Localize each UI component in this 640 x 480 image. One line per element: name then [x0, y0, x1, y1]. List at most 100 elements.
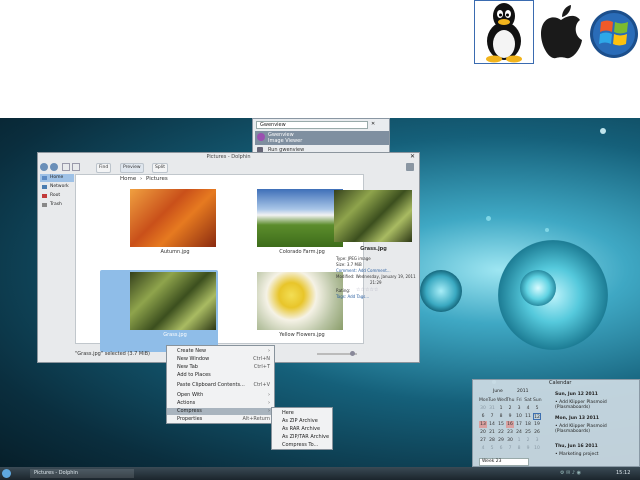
calendar-day[interactable]: 6 [479, 413, 487, 420]
dolphin-window[interactable]: Pictures - Dolphin ✕ Find Preview Split … [37, 152, 420, 363]
week-field[interactable]: Week 23 [479, 458, 529, 466]
calendar-day[interactable]: 22 [497, 429, 505, 436]
menu-item-new-tab[interactable]: New Tab Ctrl+T [167, 364, 274, 371]
event-text[interactable]: • Add Klipper Plasmoid (Plasmaboards) [555, 400, 635, 410]
calendar-day[interactable]: 16 [506, 421, 514, 428]
calendar-day[interactable]: 29 [497, 437, 505, 444]
calendar-day[interactable]: 4 [524, 405, 532, 412]
calendar-day[interactable]: 7 [488, 413, 496, 420]
krunner-query-field[interactable]: Gwenview [256, 121, 368, 129]
calendar-day[interactable]: 9 [506, 413, 514, 420]
calendar-day[interactable]: 4 [479, 445, 487, 452]
calendar-day[interactable]: 26 [533, 429, 541, 436]
menu-item-open-with[interactable]: Open With › [167, 392, 274, 399]
calendar-day[interactable]: 7 [506, 445, 514, 452]
breadcrumb-current[interactable]: Pictures [146, 176, 168, 182]
calendar-day[interactable]: 13 [479, 421, 487, 428]
calendar-day[interactable]: 25 [524, 429, 532, 436]
event-date: Mon, Jun 13 2011 [555, 416, 600, 421]
menu-item-actions[interactable]: Actions › [167, 400, 274, 407]
calendar-widget[interactable]: Calendar June 2011 Mon Tue Wed Thu Fri Sat Sun… [472, 379, 640, 467]
event-text[interactable]: • Marketing project [555, 452, 599, 457]
menu-item-add-to-places[interactable]: Add to Places [167, 372, 274, 379]
settings-icon[interactable] [406, 163, 414, 171]
details-view-icon[interactable] [72, 163, 80, 171]
task-dolphin[interactable]: Pictures - Dolphin [30, 469, 134, 478]
calendar-day-today[interactable]: 12 [533, 413, 541, 420]
krunner-window[interactable]: Gwenview ✕ Gwenview Image Viewer Run gwe… [252, 118, 390, 156]
split-button[interactable]: Split [152, 163, 168, 173]
file-item-selected[interactable]: Grass.jpg [100, 270, 218, 352]
submenu-item[interactable]: As RAR Archive [272, 426, 332, 433]
submenu-item[interactable]: As ZIP/TAR Archive [272, 434, 332, 441]
calendar-day[interactable]: 18 [524, 421, 532, 428]
calendar-day[interactable]: 23 [506, 429, 514, 436]
file-item[interactable]: Autumn.jpg [100, 187, 218, 269]
calendar-day[interactable]: 9 [524, 445, 532, 452]
place-root[interactable]: Root [40, 192, 74, 200]
calendar-day[interactable]: 11 [524, 413, 532, 420]
zoom-slider-handle[interactable] [350, 351, 355, 356]
rating-stars[interactable]: ☆☆☆☆☆ [356, 287, 378, 293]
icons-view-icon[interactable] [62, 163, 70, 171]
calendar-day[interactable]: 2 [506, 405, 514, 412]
calendar-day[interactable]: 28 [488, 437, 496, 444]
kickoff-menu-icon[interactable] [2, 469, 11, 478]
calendar-day[interactable]: 30 [479, 405, 487, 412]
place-home[interactable]: Home [40, 174, 74, 182]
submenu-item[interactable]: As ZIP Archive [272, 418, 332, 425]
calendar-day[interactable]: 15 [497, 421, 505, 428]
calendar-day[interactable]: 1 [497, 405, 505, 412]
menu-item-new-window[interactable]: New Window Ctrl+N [167, 356, 274, 363]
place-network[interactable]: Network [40, 183, 74, 191]
close-icon[interactable]: ✕ [410, 153, 415, 160]
calendar-day[interactable]: 20 [479, 429, 487, 436]
find-button[interactable]: Find [96, 163, 112, 173]
calendar-day[interactable]: 5 [488, 445, 496, 452]
clear-icon[interactable]: ✕ [371, 121, 375, 127]
calendar-day[interactable]: 2 [524, 437, 532, 444]
calendar-day[interactable]: 6 [497, 445, 505, 452]
clock[interactable]: 15:12 [616, 469, 630, 478]
calendar-day[interactable]: 1 [515, 437, 523, 444]
calendar-year[interactable]: 2011 [517, 389, 528, 394]
file-item[interactable]: Yellow Flowers.jpg [227, 270, 345, 352]
calendar-day[interactable]: 5 [533, 405, 541, 412]
calendar-day[interactable]: 19 [533, 421, 541, 428]
event-text[interactable]: • Add Klipper Plasmoid (Plasmaboards) [555, 424, 635, 434]
submenu-item[interactable]: Here [272, 410, 332, 417]
calendar-day[interactable]: 30 [506, 437, 514, 444]
calendar-day[interactable]: 17 [515, 421, 523, 428]
calendar-month[interactable]: June [493, 389, 503, 394]
desktop-toolbox-icon[interactable] [600, 128, 606, 134]
forward-icon[interactable] [50, 163, 58, 171]
file-item[interactable]: Colorado Farm.jpg [227, 187, 345, 269]
menu-item-compress[interactable]: Compress › [167, 408, 274, 415]
info-comment[interactable]: Comment: Add Comment... [336, 268, 391, 273]
calendar-day[interactable]: 31 [488, 405, 496, 412]
calendar-day[interactable]: 27 [479, 437, 487, 444]
calendar-day[interactable]: 10 [533, 445, 541, 452]
calendar-day[interactable]: 8 [497, 413, 505, 420]
preview-button[interactable]: Preview [120, 163, 144, 173]
back-icon[interactable] [40, 163, 48, 171]
menu-item-properties[interactable]: Properties Alt+Return [167, 416, 274, 423]
calendar-day[interactable]: 3 [533, 437, 541, 444]
place-trash[interactable]: Trash [40, 201, 74, 209]
file-view[interactable]: Home › Pictures Autumn.jpg Colorado Farm… [75, 174, 364, 352]
breadcrumb-home[interactable]: Home [120, 176, 136, 182]
calendar-day[interactable]: 8 [515, 445, 523, 452]
calendar-day[interactable]: 24 [515, 429, 523, 436]
context-menu[interactable]: Create New › New Window Ctrl+N New Tab Ctrl… [166, 345, 275, 424]
compress-submenu[interactable]: Here As ZIP Archive As RAR Archive As ZI… [271, 407, 333, 450]
info-tags[interactable]: Tags: Add Tags... [336, 294, 369, 299]
menu-item-create-new[interactable]: Create New › [167, 348, 274, 355]
calendar-day[interactable]: 14 [488, 421, 496, 428]
calendar-day[interactable]: 10 [515, 413, 523, 420]
system-tray[interactable]: ⚙ ✉ ♪ ◉ [560, 469, 610, 478]
calendar-day[interactable]: 21 [488, 429, 496, 436]
krunner-result-gwenview[interactable]: Gwenview Image Viewer [255, 131, 389, 145]
submenu-item[interactable]: Compress To... [272, 442, 332, 449]
calendar-day[interactable]: 3 [515, 405, 523, 412]
menu-item-paste[interactable]: Paste Clipboard Contents... Ctrl+V [167, 382, 274, 389]
